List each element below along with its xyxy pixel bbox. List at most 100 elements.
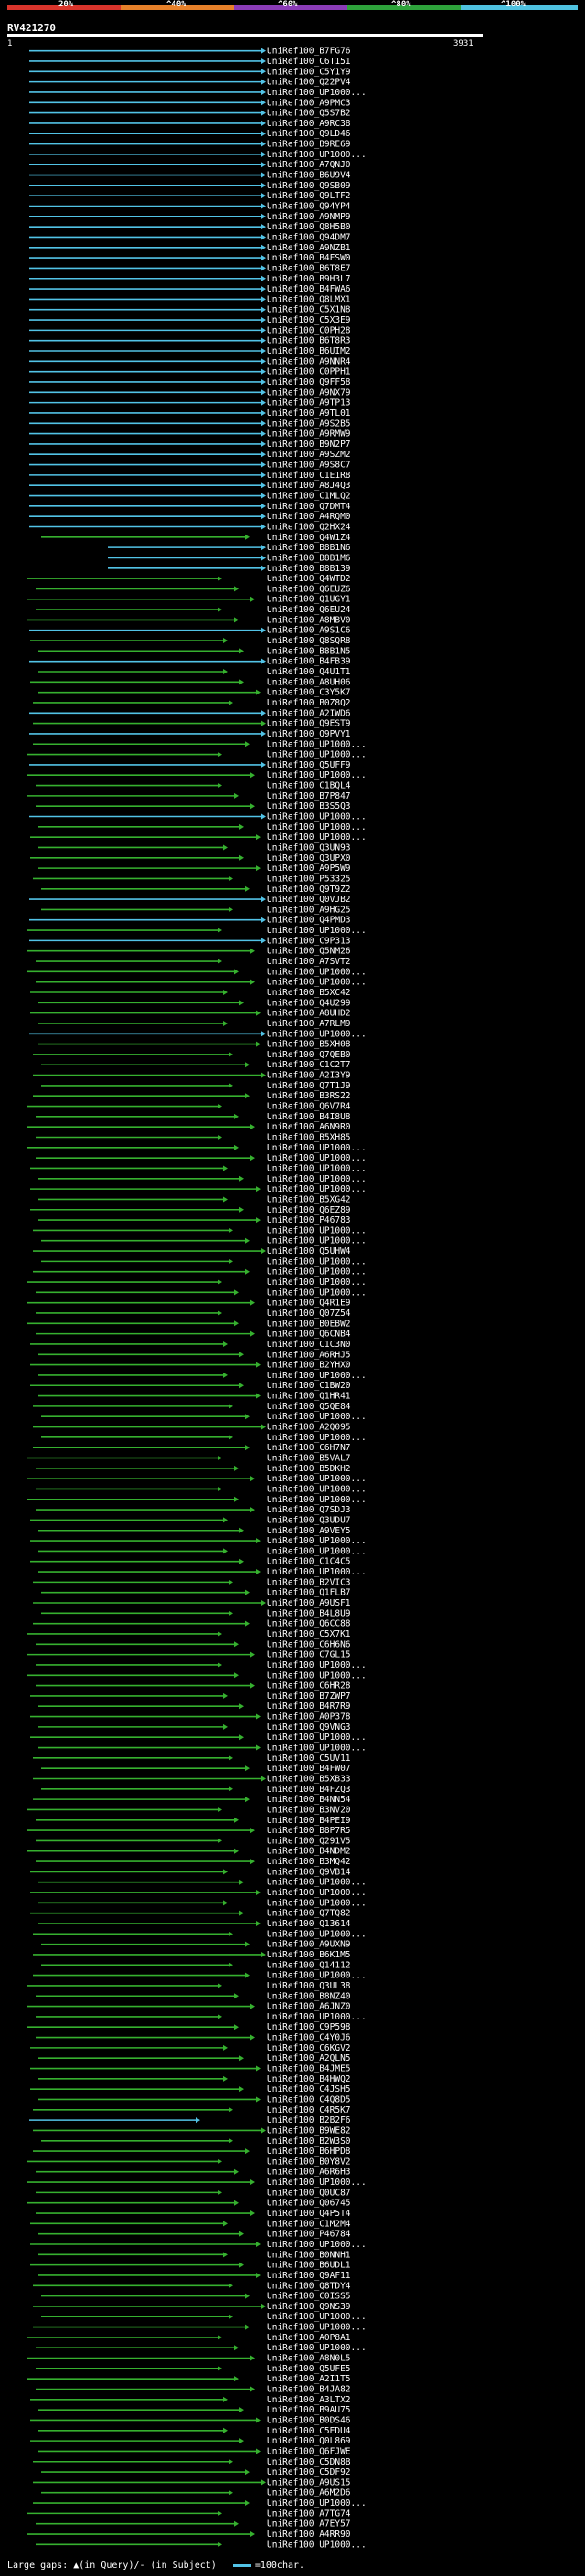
hit-label[interactable]: UniRef100_B6T8E7 [267,263,351,273]
hit-label[interactable]: UniRef100_B5XG42 [267,1194,351,1204]
hit-label[interactable]: UniRef100_UP1000... [267,2539,367,2549]
hit-label[interactable]: UniRef100_UP1000... [267,1660,367,1670]
hit-label[interactable]: UniRef100_B3S5Q3 [267,801,351,811]
hit-label[interactable]: UniRef100_C4Q8D5 [267,2094,351,2104]
hit-label[interactable]: UniRef100_UP1000... [267,1495,367,1505]
hit-label[interactable]: UniRef100_C0PPH1 [267,367,351,377]
hit-label[interactable]: UniRef100_B0NNH1 [267,2250,351,2260]
hit-label[interactable]: UniRef100_C0ISS5 [267,2292,351,2302]
hit-label[interactable]: UniRef100_C6HR28 [267,1681,351,1691]
hit-label[interactable]: UniRef100_Q1FLB7 [267,1588,351,1598]
hit-label[interactable]: UniRef100_A9US15 [267,2477,351,2487]
hit-label[interactable]: UniRef100_UP1000... [267,1546,367,1556]
hit-label[interactable]: UniRef100_A6R6H3 [267,2168,351,2178]
hit-label[interactable]: UniRef100_B9N2P7 [267,440,351,450]
hit-label[interactable]: UniRef100_UP1000... [267,967,367,977]
hit-label[interactable]: UniRef100_UP1000... [267,750,367,760]
hit-label[interactable]: UniRef100_A6JNZ0 [267,2002,351,2012]
hit-label[interactable]: UniRef100_A2I3Y9 [267,1071,351,1081]
hit-label[interactable]: UniRef100_A9RC38 [267,119,351,129]
hit-label[interactable]: UniRef100_A8N0L5 [267,2354,351,2364]
hit-label[interactable]: UniRef100_A8J4Q3 [267,481,351,491]
hit-label[interactable]: UniRef100_C0PH28 [267,325,351,335]
hit-label[interactable]: UniRef100_Q9VB14 [267,1867,351,1877]
hit-label[interactable]: UniRef100_Q7TQ82 [267,1909,351,1919]
hit-label[interactable]: UniRef100_B4HWQ2 [267,2074,351,2084]
hit-label[interactable]: UniRef100_B0Y8V2 [267,2157,351,2167]
hit-label[interactable]: UniRef100_Q6FJWE [267,2446,351,2456]
hit-label[interactable]: UniRef100_A9S1C6 [267,626,351,636]
hit-label[interactable]: UniRef100_B3RS22 [267,1091,351,1101]
hit-label[interactable]: UniRef100_B8B1N6 [267,543,351,553]
hit-label[interactable]: UniRef100_A7EY57 [267,2519,351,2529]
hit-label[interactable]: UniRef100_UP1000... [267,1236,367,1246]
hit-label[interactable]: UniRef100_Q06745 [267,2199,351,2209]
hit-label[interactable]: UniRef100_A9HG25 [267,905,351,915]
hit-label[interactable]: UniRef100_UP1000... [267,1163,367,1173]
hit-label[interactable]: UniRef100_B2VIC3 [267,1577,351,1587]
hit-label[interactable]: UniRef100_B4JME5 [267,2064,351,2074]
hit-label[interactable]: UniRef100_B5XH08 [267,1040,351,1050]
hit-label[interactable]: UniRef100_Q4PMD3 [267,916,351,926]
hit-label[interactable]: UniRef100_A9P5W9 [267,864,351,874]
hit-label[interactable]: UniRef100_Q0UC87 [267,2188,351,2198]
hit-label[interactable]: UniRef100_A8MBV0 [267,615,351,625]
hit-label[interactable]: UniRef100_C5X1N8 [267,305,351,315]
hit-label[interactable]: UniRef100_A9VEY5 [267,1526,351,1536]
hit-label[interactable]: UniRef100_UP1000... [267,978,367,988]
hit-label[interactable]: UniRef100_Q7SDJ3 [267,1505,351,1515]
hit-label[interactable]: UniRef100_UP1000... [267,2343,367,2353]
hit-label[interactable]: UniRef100_A6RHJ5 [267,1350,351,1360]
hit-label[interactable]: UniRef100_B7FG76 [267,47,351,57]
hit-label[interactable]: UniRef100_A6N9R0 [267,1122,351,1132]
hit-label[interactable]: UniRef100_B5XH85 [267,1133,351,1143]
hit-label[interactable]: UniRef100_UP1000... [267,1484,367,1494]
hit-label[interactable]: UniRef100_UP1000... [267,2240,367,2250]
hit-label[interactable]: UniRef100_UP1000... [267,88,367,98]
hit-label[interactable]: UniRef100_B8B1N5 [267,646,351,656]
hit-label[interactable]: UniRef100_A6M2D6 [267,2488,351,2498]
hit-label[interactable]: UniRef100_A7SVT2 [267,957,351,967]
hit-label[interactable]: UniRef100_A9NMP9 [267,212,351,222]
hit-label[interactable]: UniRef100_Q3UDU7 [267,1515,351,1525]
hit-label[interactable]: UniRef100_UP1000... [267,1888,367,1898]
hit-label[interactable]: UniRef100_B8B1M6 [267,553,351,563]
hit-label[interactable]: UniRef100_B0Z8Q2 [267,698,351,708]
hit-label[interactable]: UniRef100_Q3UN93 [267,843,351,853]
hit-label[interactable]: UniRef100_A8UHD2 [267,1009,351,1019]
hit-label[interactable]: UniRef100_C5Y1Y9 [267,67,351,77]
hit-label[interactable]: UniRef100_Q13614 [267,1919,351,1929]
hit-label[interactable]: UniRef100_Q4U299 [267,998,351,1008]
hit-label[interactable]: UniRef100_P53325 [267,874,351,884]
hit-label[interactable]: UniRef100_C5EDU4 [267,2426,351,2436]
hit-label[interactable]: UniRef100_Q22PV4 [267,78,351,88]
hit-label[interactable]: UniRef100_Q9LD46 [267,129,351,139]
hit-label[interactable]: UniRef100_Q9AF11 [267,2271,351,2281]
hit-label[interactable]: UniRef100_C6KGV2 [267,2043,351,2053]
hit-label[interactable]: UniRef100_Q9EST9 [267,719,351,729]
hit-label[interactable]: UniRef100_Q8SQR8 [267,636,351,646]
hit-label[interactable]: UniRef100_UP1000... [267,2498,367,2508]
hit-label[interactable]: UniRef100_Q9SB09 [267,181,351,191]
hit-label[interactable]: UniRef100_A9S8C7 [267,461,351,471]
hit-label[interactable]: UniRef100_Q6EU24 [267,605,351,615]
hit-label[interactable]: UniRef100_P46784 [267,2230,351,2240]
hit-label[interactable]: UniRef100_Q8LMX1 [267,294,351,304]
hit-label[interactable]: UniRef100_UP1000... [267,150,367,160]
hit-label[interactable]: UniRef100_B4FW07 [267,1764,351,1774]
hit-label[interactable]: UniRef100_B9WE82 [267,2125,351,2136]
hit-label[interactable]: UniRef100_A7TG74 [267,2508,351,2518]
hit-label[interactable]: UniRef100_A9SZM2 [267,450,351,460]
hit-label[interactable]: UniRef100_UP1000... [267,2312,367,2322]
hit-label[interactable]: UniRef100_Q0VJB2 [267,895,351,905]
hit-label[interactable]: UniRef100_Q4P5T4 [267,2209,351,2219]
hit-label[interactable]: UniRef100_C9P598 [267,2022,351,2032]
hit-label[interactable]: UniRef100_UP1000... [267,770,367,780]
hit-label[interactable]: UniRef100_C3Y5K7 [267,688,351,698]
hit-label[interactable]: UniRef100_A0P378 [267,1712,351,1723]
hit-label[interactable]: UniRef100_C6H7N7 [267,1443,351,1453]
hit-label[interactable]: UniRef100_A9NNR4 [267,356,351,366]
hit-label[interactable]: UniRef100_B4R7R9 [267,1701,351,1712]
hit-label[interactable]: UniRef100_B4I8U8 [267,1112,351,1122]
hit-label[interactable]: UniRef100_Q6V7R4 [267,1102,351,1112]
